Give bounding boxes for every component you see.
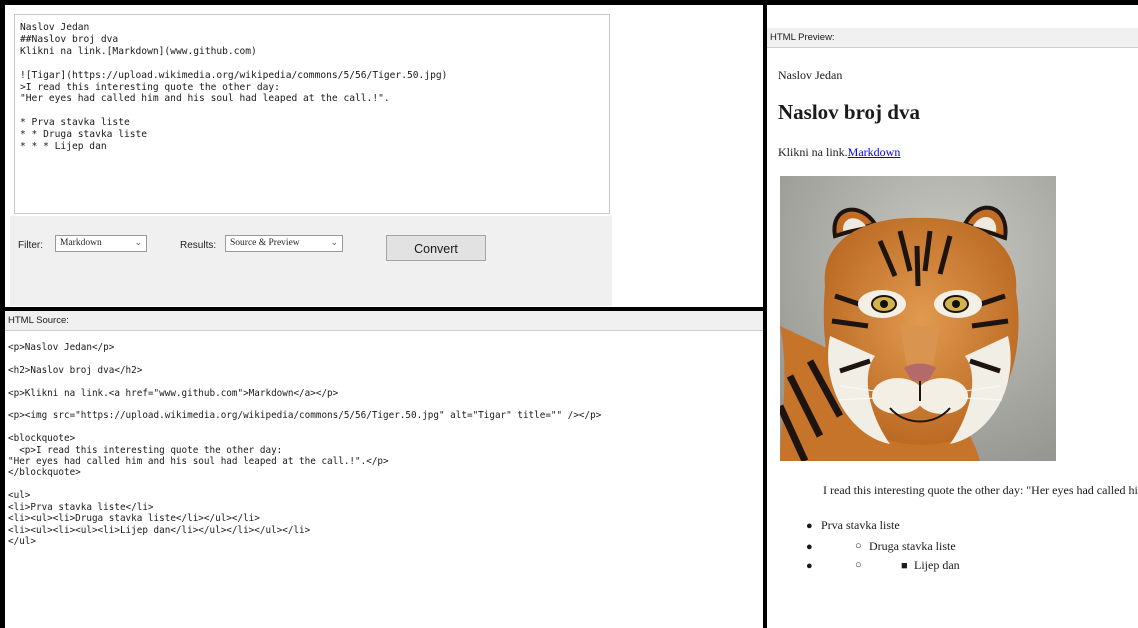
preview-markdown-link[interactable]: Markdown: [848, 145, 901, 159]
bullet-disc-icon: ●: [806, 541, 813, 553]
chevron-down-icon: ⌄: [330, 237, 338, 247]
preview-list-item: Druga stavka liste: [869, 539, 956, 553]
preview-heading: Naslov broj dva: [778, 100, 920, 124]
filter-select-value: Markdown: [60, 238, 102, 248]
tiger-image: [780, 176, 1056, 461]
markdown-editor-text[interactable]: Naslov Jedan ##Naslov broj dva Klikni na…: [15, 15, 609, 153]
preview-list-item: Lijep dan: [914, 558, 960, 572]
preview-paragraph: Naslov Jedan: [778, 68, 843, 82]
results-label: Results:: [180, 240, 217, 251]
bullet-circle-icon: ○: [855, 540, 862, 552]
html-source-header: HTML Source:: [5, 311, 763, 331]
chevron-down-icon: ⌄: [134, 237, 142, 247]
top-border: [0, 0, 1138, 5]
convert-button[interactable]: Convert: [386, 235, 486, 261]
filter-select[interactable]: Markdown ⌄: [55, 235, 147, 252]
html-preview-header: HTML Preview:: [767, 28, 1138, 48]
preview-blockquote: I read this interesting quote the other …: [823, 483, 1138, 497]
markdown-editor[interactable]: Naslov Jedan ##Naslov broj dva Klikni na…: [14, 14, 610, 214]
preview-link-prefix: Klikni na link.: [778, 145, 848, 159]
results-select-value: Source & Preview: [230, 238, 300, 248]
preview-link-paragraph: Klikni na link.Markdown: [778, 145, 900, 160]
results-select[interactable]: Source & Preview ⌄: [225, 235, 343, 252]
bullet-circle-icon: ○: [855, 559, 862, 571]
bullet-disc-icon: ●: [806, 560, 813, 572]
controls-bar: Filter: Markdown ⌄ Results: Source & Pre…: [10, 216, 612, 306]
html-source-text[interactable]: <p>Naslov Jedan</p> <h2>Naslov broj dva<…: [8, 342, 763, 627]
preview-list-item: Prva stavka liste: [821, 518, 900, 532]
filter-label: Filter:: [18, 240, 43, 251]
bullet-square-icon: ■: [901, 560, 908, 572]
html-preview-body: Naslov Jedan Naslov broj dva Klikni na l…: [778, 60, 1138, 620]
vertical-divider[interactable]: [763, 0, 767, 628]
bullet-disc-icon: ●: [806, 520, 813, 532]
